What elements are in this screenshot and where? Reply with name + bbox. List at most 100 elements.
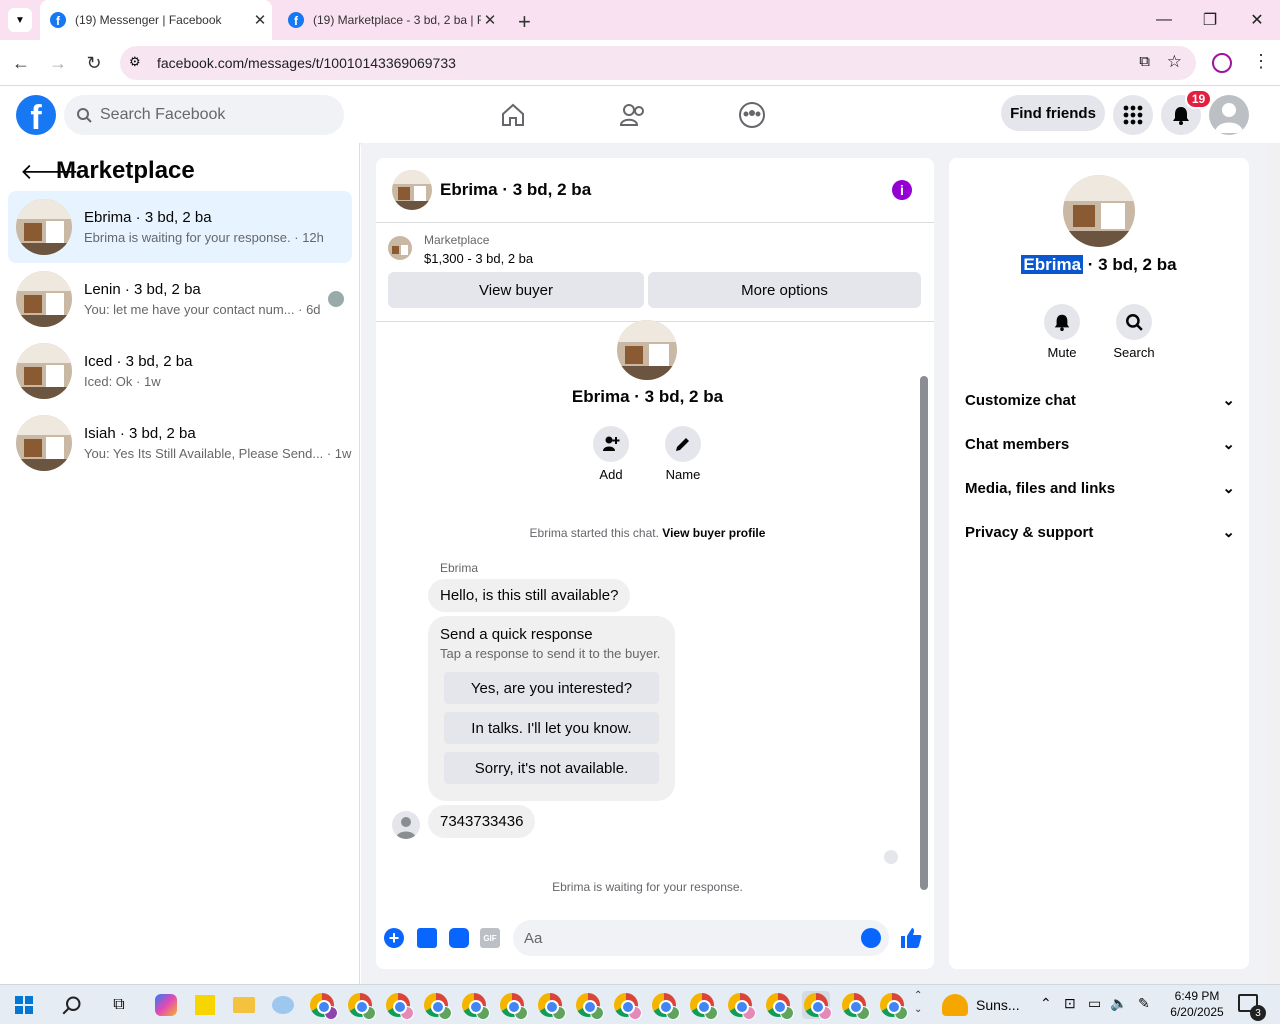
chrome-profile-icon[interactable]	[498, 991, 528, 1020]
view-buyer-button[interactable]: View buyer	[388, 272, 644, 308]
scrollbar-thumb[interactable]	[920, 376, 928, 890]
search-facebook-input[interactable]: Search Facebook	[64, 95, 344, 135]
media-files-links-section[interactable]: Media, files and links ⌄	[965, 476, 1235, 500]
account-avatar[interactable]	[1209, 95, 1249, 135]
tab-search-icon[interactable]: ▼	[8, 8, 32, 32]
restore-icon[interactable]: ❐	[1187, 0, 1233, 40]
sticker-icon[interactable]	[449, 928, 469, 948]
details-avatar[interactable]	[1063, 175, 1135, 247]
profile-icon[interactable]	[1212, 53, 1232, 73]
tray-chevron-icon[interactable]: ⌃	[1040, 995, 1052, 1012]
minimize-icon[interactable]: —	[1141, 0, 1187, 40]
bookmark-star-icon[interactable]: ☆	[1167, 52, 1182, 72]
more-actions-plus-icon[interactable]: +	[384, 928, 404, 948]
groups-icon[interactable]	[732, 95, 772, 135]
back-icon[interactable]: ←	[8, 50, 34, 76]
new-tab-icon[interactable]: +	[518, 9, 531, 35]
url-text[interactable]: facebook.com/messages/t/1001014336906973…	[157, 55, 456, 71]
close-tab-icon[interactable]: ✕	[481, 11, 499, 29]
sender-avatar[interactable]	[392, 811, 420, 839]
sticky-notes-icon[interactable]	[191, 991, 219, 1019]
site-info-icon[interactable]: ⚙	[129, 54, 141, 70]
view-buyer-profile-link[interactable]: View buyer profile	[662, 526, 765, 540]
chrome-profile-icon[interactable]	[460, 991, 490, 1020]
close-window-icon[interactable]: ✕	[1234, 0, 1280, 40]
find-friends-button[interactable]: Find friends	[1001, 95, 1105, 131]
task-view-icon[interactable]: ⧉	[105, 991, 133, 1019]
network-icon[interactable]: ▭	[1088, 995, 1101, 1012]
paint-icon[interactable]	[269, 991, 297, 1019]
clock[interactable]: 6:49 PM 6/20/2025	[1160, 988, 1234, 1020]
mute-bell-icon[interactable]	[1044, 304, 1080, 340]
chrome-profile-icon[interactable]	[422, 991, 452, 1020]
install-app-icon[interactable]: ⧉	[1139, 53, 1150, 70]
emoji-icon[interactable]	[861, 928, 881, 948]
quick-response-button[interactable]: Yes, are you interested?	[444, 672, 659, 704]
windows-start-icon[interactable]	[10, 991, 38, 1019]
edit-name-icon[interactable]	[665, 426, 701, 462]
quick-response-button[interactable]: In talks. I'll let you know.	[444, 712, 659, 744]
chrome-profile-icon[interactable]	[308, 991, 338, 1020]
conversation-item[interactable]: Iced · 3 bd, 2 ba Iced: Ok · 1w	[8, 335, 352, 407]
customize-chat-section[interactable]: Customize chat ⌄	[965, 388, 1235, 412]
search-in-chat-icon[interactable]	[1116, 304, 1152, 340]
menu-grid-icon[interactable]	[1113, 95, 1153, 135]
menu-icon[interactable]: ⋮	[1252, 51, 1270, 72]
quick-response-button[interactable]: Sorry, it's not available.	[444, 752, 659, 784]
reload-icon[interactable]: ↻	[81, 50, 107, 76]
buyer-profile-avatar[interactable]	[617, 320, 677, 380]
chrome-profile-icon-active[interactable]	[802, 991, 832, 1020]
chrome-profile-icon[interactable]	[574, 991, 604, 1020]
copilot-icon[interactable]	[152, 991, 180, 1019]
close-tab-icon[interactable]: ✕	[251, 11, 269, 29]
add-person-icon[interactable]	[593, 426, 629, 462]
message-bubble[interactable]: 7343733436	[428, 805, 536, 838]
pen-icon[interactable]: ✎	[1138, 995, 1150, 1012]
message-bubble[interactable]: Hello, is this still available?	[428, 579, 631, 612]
listing-thumbnail	[16, 415, 72, 471]
file-explorer-icon[interactable]	[230, 991, 258, 1019]
weather-sun-icon[interactable]	[942, 994, 968, 1016]
volume-icon[interactable]: 🔈	[1110, 995, 1127, 1012]
meet-icon[interactable]: ⊡	[1064, 995, 1076, 1012]
privacy-support-section[interactable]: Privacy & support ⌄	[965, 520, 1235, 544]
conversation-item[interactable]: Lenin · 3 bd, 2 ba You: let me have your …	[8, 263, 352, 335]
chrome-profile-icon[interactable]	[878, 991, 908, 1020]
like-thumb-icon[interactable]	[899, 926, 923, 956]
taskbar-search-icon[interactable]	[58, 991, 86, 1019]
chat-avatar[interactable]	[392, 170, 432, 210]
chrome-profile-icon[interactable]	[726, 991, 756, 1020]
chrome-profile-icon[interactable]	[536, 991, 566, 1020]
chat-title[interactable]: Ebrima · 3 bd, 2 ba	[440, 180, 591, 200]
listing-title[interactable]: $1,300 - 3 bd, 2 ba	[424, 251, 533, 266]
omnibox[interactable]: ⚙ facebook.com/messages/t/10010143369069…	[120, 46, 1196, 80]
chat-scrollbar[interactable]	[919, 328, 929, 903]
facebook-logo[interactable]: f	[16, 95, 56, 135]
more-options-button[interactable]: More options	[648, 272, 921, 308]
tab-marketplace[interactable]: f (19) Marketplace - 3 bd, 2 ba | Facebo…	[278, 0, 510, 40]
home-icon[interactable]	[493, 95, 533, 135]
taskbar-overflow-icon[interactable]: ⌃ ⌄	[914, 989, 922, 1017]
page-scrollbar[interactable]	[1268, 143, 1280, 984]
chat-members-section[interactable]: Chat members ⌄	[965, 432, 1235, 456]
quick-response-card: Send a quick response Tap a response to …	[428, 616, 675, 801]
section-label: Chat members	[965, 435, 1070, 453]
chrome-profile-icon[interactable]	[688, 991, 718, 1020]
weather-text[interactable]: Suns...	[976, 997, 1020, 1013]
chrome-profile-icon[interactable]	[650, 991, 680, 1020]
photo-icon[interactable]	[417, 928, 437, 948]
chrome-profile-icon[interactable]	[764, 991, 794, 1020]
chrome-profile-icon[interactable]	[840, 991, 870, 1020]
forward-icon[interactable]: →	[45, 50, 71, 76]
chrome-profile-icon[interactable]	[612, 991, 642, 1020]
conversation-item[interactable]: Isiah · 3 bd, 2 ba You: Yes Its Still Ava…	[8, 407, 352, 479]
tab-messenger[interactable]: f (19) Messenger | Facebook ✕	[40, 0, 272, 40]
friends-icon[interactable]	[613, 95, 653, 135]
chat-area: Ebrima · 3 bd, 2 ba i Marketplace $1,300…	[361, 143, 948, 984]
gif-icon[interactable]: GIF	[480, 928, 500, 948]
conversation-item[interactable]: Ebrima · 3 bd, 2 ba Ebrima is waiting for…	[8, 191, 352, 263]
chrome-profile-icon[interactable]	[346, 991, 376, 1020]
chrome-profile-icon[interactable]	[384, 991, 414, 1020]
info-icon[interactable]: i	[892, 180, 912, 200]
message-input[interactable]: Aa	[513, 920, 889, 956]
